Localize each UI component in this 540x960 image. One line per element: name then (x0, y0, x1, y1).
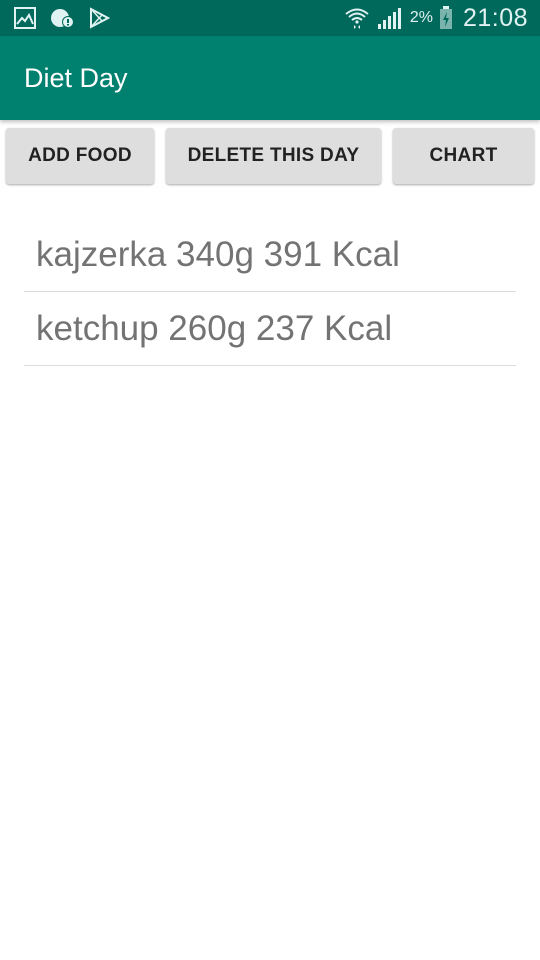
food-list: kajzerka 340g 391 Kcal ketchup 260g 237 … (24, 218, 516, 366)
clock: 21:08 (462, 3, 528, 32)
play-store-icon (88, 7, 110, 29)
status-bar-right: 2% 21:08 (338, 4, 528, 33)
add-food-button[interactable]: ADD FOOD (6, 128, 154, 184)
list-item[interactable]: ketchup 260g 237 Kcal (24, 292, 516, 366)
list-item[interactable]: kajzerka 340g 391 Kcal (24, 218, 516, 292)
signal-icon (376, 6, 402, 30)
notification-icon (50, 7, 74, 29)
battery-icon (439, 6, 453, 30)
action-buttons: ADD FOOD DELETE THIS DAY CHART (0, 128, 540, 184)
status-bar: 2% 21:08 (0, 0, 540, 36)
chart-button[interactable]: CHART (393, 128, 534, 184)
delete-day-button[interactable]: DELETE THIS DAY (166, 128, 381, 184)
battery-percent: 2% (409, 9, 433, 26)
wifi-icon (344, 5, 370, 31)
app-title: Diet Day (24, 62, 128, 93)
app-bar: Diet Day (0, 36, 540, 120)
status-bar-left (14, 7, 124, 29)
gallery-icon (14, 7, 36, 29)
